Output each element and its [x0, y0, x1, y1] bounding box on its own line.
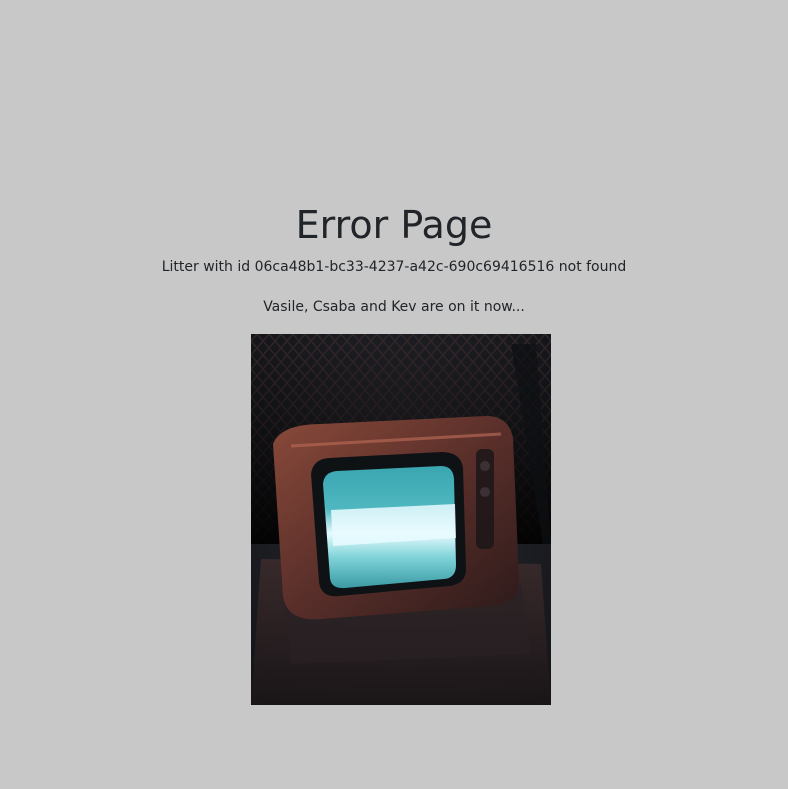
error-message: Litter with id 06ca48b1-bc33-4237-a42c-6… — [161, 259, 627, 275]
error-page: Error Page Litter with id 06ca48b1-bc33-… — [0, 0, 788, 789]
status-text: Vasile, Csaba and Kev are on it now... — [263, 299, 525, 315]
retro-television-icon — [251, 334, 551, 705]
page-title: Error Page — [295, 203, 493, 247]
